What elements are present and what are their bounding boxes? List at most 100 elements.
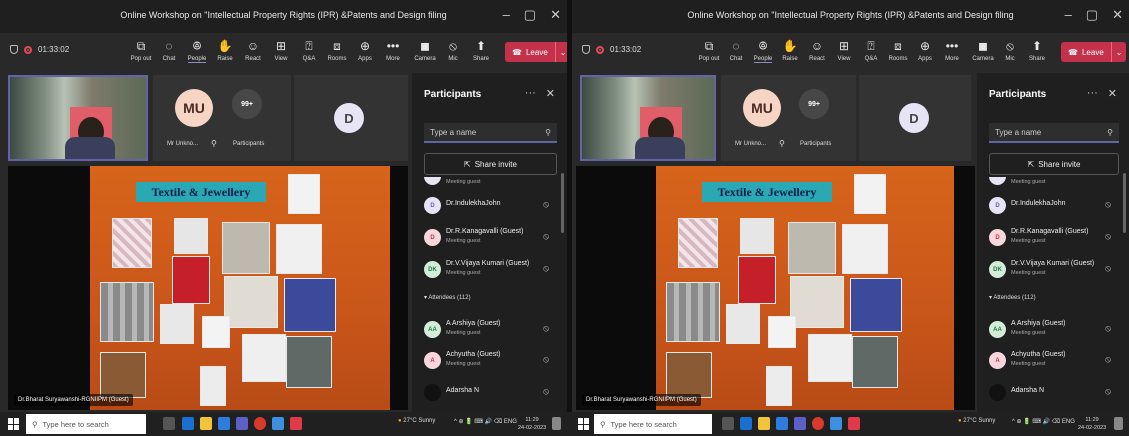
taskbar-search-input[interactable]: ⚲ Type here to search (594, 414, 712, 434)
share-button[interactable]: ⬆ Share (468, 38, 494, 62)
popout-button[interactable]: ⧉ Pop out (128, 38, 154, 62)
participant-row[interactable]: Adarsha N ⦸ (424, 380, 557, 408)
maximize-button[interactable]: ▢ (1086, 7, 1098, 23)
apps-button[interactable]: ⊕ Apps (912, 38, 938, 62)
participant-row[interactable]: Meeting guest (989, 177, 1119, 189)
close-button[interactable]: ✕ (1112, 7, 1123, 23)
raise-button[interactable]: ✋ Raise (212, 38, 238, 62)
participant-row[interactable]: D Dr.IndulekhaJohn ⦸ (989, 193, 1119, 221)
view-button[interactable]: ⊞ View (268, 38, 294, 62)
taskbar-search-input[interactable]: ⚲ Type here to search (26, 414, 146, 434)
apps-button[interactable]: ⊕ Apps (352, 38, 378, 62)
rooms-button[interactable]: ⧈ Rooms (324, 38, 350, 62)
people-button[interactable]: ꔮ People (184, 38, 210, 63)
leave-button[interactable]: ☎ Leave ⌄ (1061, 42, 1127, 62)
clock[interactable]: 11:29 24-02-2023 (518, 416, 546, 432)
participant-row[interactable]: DK Dr.V.Vijaya Kumari (Guest) Meeting gu… (989, 257, 1119, 285)
slide-image (200, 366, 226, 406)
leave-dropdown-icon[interactable]: ⌄ (556, 48, 567, 57)
participant-row[interactable]: DK Dr.V.Vijaya Kumari (Guest) Meeting gu… (424, 257, 557, 285)
share-invite-button[interactable]: ⇱ Share invite (989, 153, 1119, 175)
participant-row[interactable]: D Dr.R.Kanagavalli (Guest) Meeting guest… (424, 225, 557, 253)
popout-button[interactable]: ⧉ Pop out (696, 38, 722, 62)
mic-button[interactable]: ⦸ Mic (440, 38, 466, 62)
participant-search-input[interactable]: Type a name ⚲ (424, 123, 557, 143)
app-icon[interactable] (830, 417, 842, 430)
chat-button[interactable]: ◌ Chat (156, 38, 182, 62)
react-button[interactable]: ☺ React (240, 38, 266, 62)
maximize-button[interactable]: ▢ (524, 7, 536, 23)
camera-button[interactable]: ◼ Camera (970, 38, 996, 62)
participant-row[interactable]: Adarsha N ⦸ (989, 380, 1119, 408)
share-button[interactable]: ⬆ Share (1024, 38, 1050, 62)
edge-icon[interactable] (182, 417, 194, 430)
video-tile-d[interactable]: D (859, 75, 971, 161)
share-invite-button[interactable]: ⇱ Share invite (424, 153, 557, 175)
edge-icon[interactable] (740, 417, 752, 430)
participant-row[interactable]: AA A Arshiya (Guest) Meeting guest ⦸ (424, 317, 557, 345)
participants-panel: Participants ··· ✕ Type a name ⚲ ⇱ Share… (977, 73, 1129, 412)
participant-search-input[interactable]: Type a name ⚲ (989, 123, 1119, 143)
teams-icon[interactable] (236, 417, 248, 430)
chrome-icon[interactable] (254, 417, 266, 430)
close-button[interactable]: ✕ (550, 7, 561, 23)
camera-button[interactable]: ◼ Camera (412, 38, 438, 62)
avatar: A (424, 352, 441, 369)
file-explorer-icon[interactable] (758, 417, 770, 430)
weather-widget[interactable]: ● 27°C Sunny (958, 418, 995, 424)
notification-icon[interactable] (552, 417, 561, 430)
minimize-button[interactable]: – (503, 7, 510, 23)
qa-button[interactable]: ⍰ Q&A (296, 38, 322, 62)
leave-dropdown-icon[interactable]: ⌄ (1112, 48, 1127, 57)
notification-icon[interactable] (1114, 417, 1123, 430)
leave-button[interactable]: ☎ Leave ⌄ (505, 42, 567, 62)
app-icon[interactable] (848, 417, 860, 430)
system-tray-icons[interactable]: ^ ⊕ 🔋 ⌨ 🔊 ⌫ ENG (454, 418, 517, 425)
raise-button[interactable]: ✋ Raise (777, 38, 803, 62)
weather-widget[interactable]: ● 27°C Sunny (398, 418, 435, 424)
scrollbar[interactable] (561, 173, 564, 233)
windows-start-icon[interactable] (578, 418, 590, 430)
file-explorer-icon[interactable] (200, 417, 212, 430)
windows-start-icon[interactable] (8, 418, 20, 430)
scrollbar[interactable] (1123, 173, 1126, 233)
qa-button[interactable]: ⍰ Q&A (858, 38, 884, 62)
people-button[interactable]: ꔮ People (750, 38, 776, 63)
chrome-icon[interactable] (812, 417, 824, 430)
app-icon[interactable] (290, 417, 302, 430)
video-tile-self[interactable] (8, 75, 148, 161)
task-view-icon[interactable] (722, 417, 734, 430)
minimize-button[interactable]: – (1065, 7, 1072, 23)
video-tile-d[interactable]: D (294, 75, 408, 161)
more-button[interactable]: ••• More (380, 38, 406, 62)
more-options-icon[interactable]: ··· (525, 87, 536, 100)
close-panel-icon[interactable]: ✕ (1108, 87, 1117, 100)
task-view-icon[interactable] (163, 417, 175, 430)
more-options-icon[interactable]: ··· (1087, 87, 1098, 100)
participant-row[interactable]: A Achyutha (Guest) Meeting guest ⦸ (989, 348, 1119, 376)
teams-icon[interactable] (794, 417, 806, 430)
store-icon[interactable] (776, 417, 788, 430)
participant-row[interactable]: D Dr.R.Kanagavalli (Guest) Meeting guest… (989, 225, 1119, 253)
system-tray-icons[interactable]: ^ ⊕ 🔋 ⌨ 🔊 ⌫ ENG (1012, 418, 1075, 425)
attendees-section-header[interactable]: ▾ Attendees (112) (424, 294, 471, 301)
clock[interactable]: 11:29 24-02-2023 (1078, 416, 1106, 432)
participant-row[interactable]: A Achyutha (Guest) Meeting guest ⦸ (424, 348, 557, 376)
rooms-button[interactable]: ⧈ Rooms (885, 38, 911, 62)
close-panel-icon[interactable]: ✕ (546, 87, 555, 100)
view-button[interactable]: ⊞ View (831, 38, 857, 62)
participant-row[interactable]: D Dr.IndulekhaJohn ⦸ (424, 193, 557, 221)
react-button[interactable]: ☺ React (804, 38, 830, 62)
participant-row[interactable]: Meeting guest (424, 177, 557, 189)
chat-button[interactable]: ◌ Chat (723, 38, 749, 62)
video-tile-mr-unknown[interactable]: MU Mr Unkno... ⚲ 99+ Participants (721, 75, 856, 161)
app-icon[interactable] (272, 417, 284, 430)
mic-button[interactable]: ⦸ Mic (997, 38, 1023, 62)
participant-row[interactable]: AA A Arshiya (Guest) Meeting guest ⦸ (989, 317, 1119, 345)
video-tile-mr-unknown[interactable]: MU Mr Unkno... ⚲ 99+ Participants (153, 75, 291, 161)
store-icon[interactable] (218, 417, 230, 430)
more-button[interactable]: ••• More (939, 38, 965, 62)
video-tile-self[interactable] (580, 75, 716, 161)
attendees-section-header[interactable]: ▾ Attendees (112) (989, 294, 1036, 301)
shield-icon (10, 45, 18, 54)
